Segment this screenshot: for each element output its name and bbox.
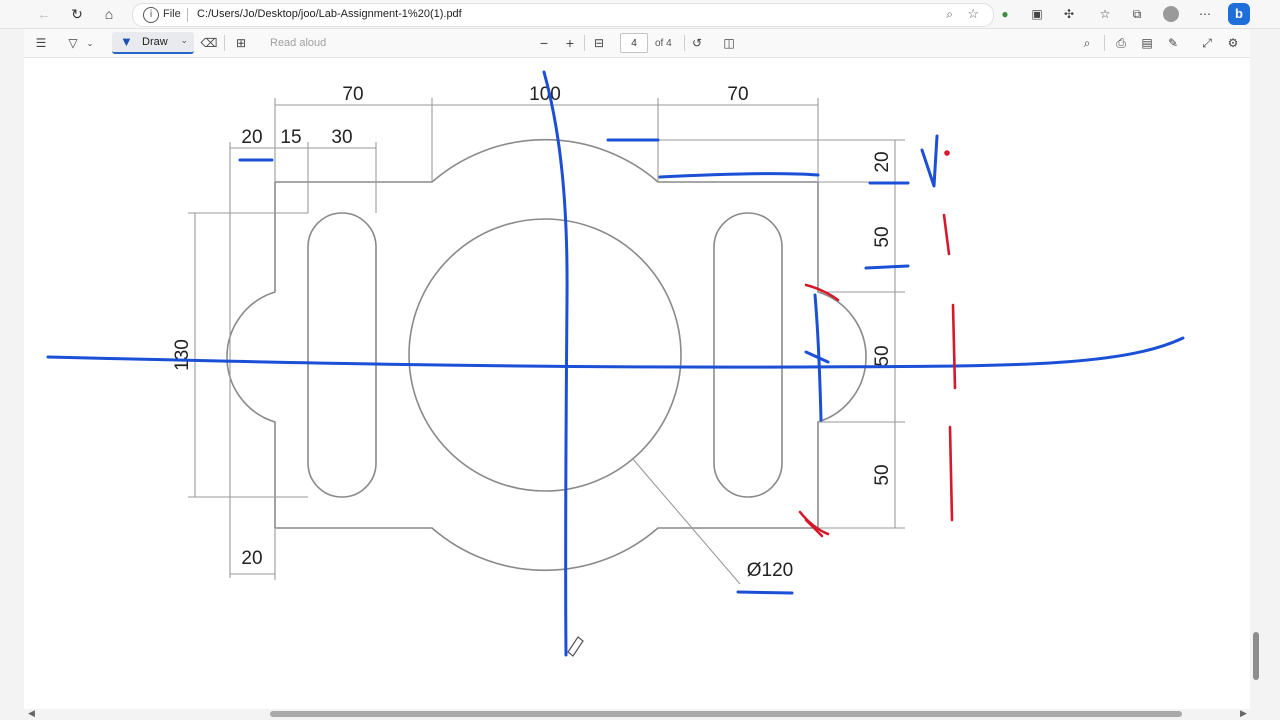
underline-stroke — [736, 590, 794, 595]
horizontal-centerline-stroke — [46, 336, 1185, 369]
blue-ink-annotations — [46, 70, 1185, 657]
center-circle — [408, 218, 682, 492]
pdf-page-drawing: 70 100 70 20 15 30 130 20 20 50 50 50 Ø1… — [46, 70, 1185, 657]
red-dash-stroke — [942, 213, 951, 256]
dimension-label: 20 — [241, 127, 262, 148]
red-mark-stroke — [798, 510, 830, 538]
red-dash-stroke — [948, 425, 954, 522]
dimension-label: 70 — [727, 84, 748, 105]
dimension-label: 50 — [872, 226, 893, 247]
scroll-right-arrow-icon[interactable]: ▶ — [1240, 708, 1247, 719]
outline-left-edge — [226, 182, 276, 528]
underline-stroke — [864, 264, 910, 270]
pen-cursor-icon — [567, 636, 584, 657]
diameter-label: Ø120 — [747, 560, 793, 581]
dimension-label: 20 — [241, 548, 262, 569]
vertical-centerline-stroke — [542, 70, 569, 657]
scroll-left-arrow-icon[interactable]: ◀ — [28, 708, 35, 719]
red-dash-stroke — [951, 303, 957, 390]
vertical-scrollbar[interactable] — [1253, 632, 1259, 680]
outline-top-edge — [275, 138, 818, 183]
dimension-label: 30 — [331, 127, 352, 148]
notch-stroke — [804, 350, 830, 364]
right-slot — [713, 212, 783, 498]
dimension-lines — [188, 98, 905, 585]
dimension-label: 100 — [529, 84, 561, 105]
dimension-label: 50 — [872, 345, 893, 366]
part-outline — [226, 138, 867, 572]
red-dot-mark — [944, 150, 950, 156]
outline-right-edge — [817, 182, 867, 528]
dimension-labels: 70 100 70 20 15 30 130 20 20 50 50 50 Ø1… — [172, 84, 893, 581]
leader-line — [631, 457, 741, 585]
outline-bottom-edge — [275, 527, 818, 572]
left-slot — [307, 212, 377, 498]
dimension-label: 15 — [280, 127, 301, 148]
dimension-label: 50 — [872, 464, 893, 485]
dimension-label: 130 — [172, 339, 193, 371]
underline-stroke — [658, 172, 820, 179]
dimension-label: 70 — [342, 84, 363, 105]
horizontal-scrollbar[interactable] — [270, 711, 1182, 717]
check-mark-stroke — [920, 134, 939, 188]
dimension-label: 20 — [872, 151, 893, 172]
